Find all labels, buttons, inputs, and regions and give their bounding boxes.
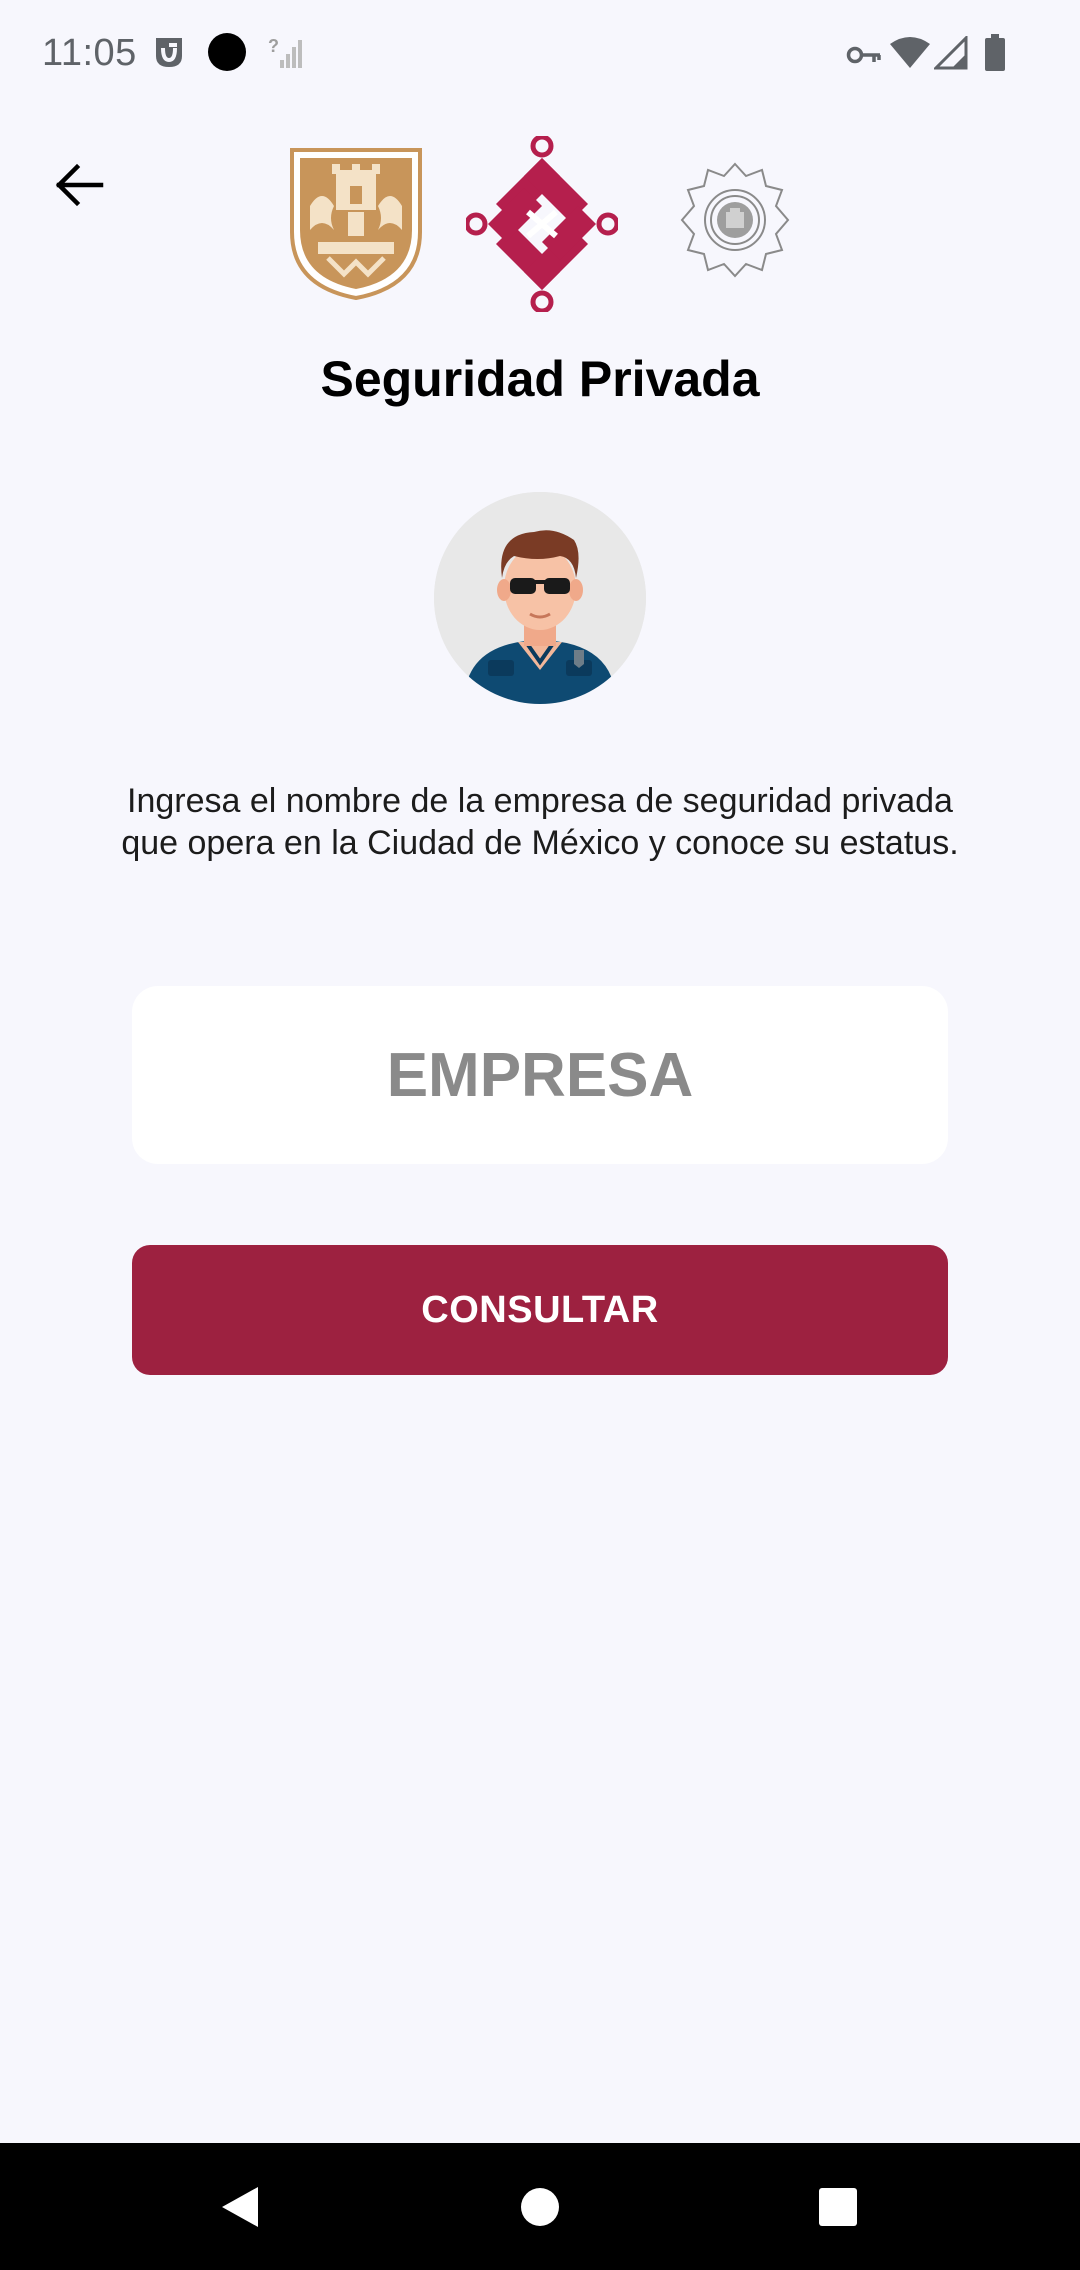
home-circle-icon (521, 2187, 559, 2226)
security-guard-avatar (434, 492, 646, 704)
header-logos (0, 136, 1080, 316)
notification-app-icon (156, 38, 182, 67)
no-signal-icon: ? (268, 36, 302, 68)
cell-signal-icon (934, 36, 968, 70)
police-badge-logo (680, 162, 790, 278)
cdmx-coat-of-arms-logo (290, 148, 422, 301)
system-navigation-bar (0, 2143, 1080, 2270)
wifi-icon (890, 37, 930, 68)
status-bar: 11:05 ? (0, 0, 1080, 110)
vpn-key-icon (846, 46, 881, 64)
company-input-container (132, 986, 948, 1164)
svg-text:?: ? (268, 36, 279, 56)
app-screen: 11:05 ? Seguridad Privada Ingresa el nom… (0, 0, 1080, 2270)
status-time: 11:05 (42, 32, 137, 74)
consult-button[interactable]: CONSULTAR (132, 1245, 948, 1375)
cdmx-government-logo (466, 136, 618, 312)
nav-back-button[interactable] (170, 2143, 310, 2270)
nav-recents-button[interactable] (768, 2143, 908, 2270)
instructions-text: Ingresa el nombre de la empresa de segur… (121, 782, 959, 862)
dot-icon (208, 33, 246, 71)
back-triangle-icon (222, 2186, 258, 2227)
company-input[interactable] (132, 986, 948, 1164)
battery-icon (985, 34, 1005, 71)
recents-square-icon (819, 2187, 857, 2226)
page-title: Seguridad Privada (320, 351, 760, 407)
nav-home-button[interactable] (470, 2143, 610, 2270)
